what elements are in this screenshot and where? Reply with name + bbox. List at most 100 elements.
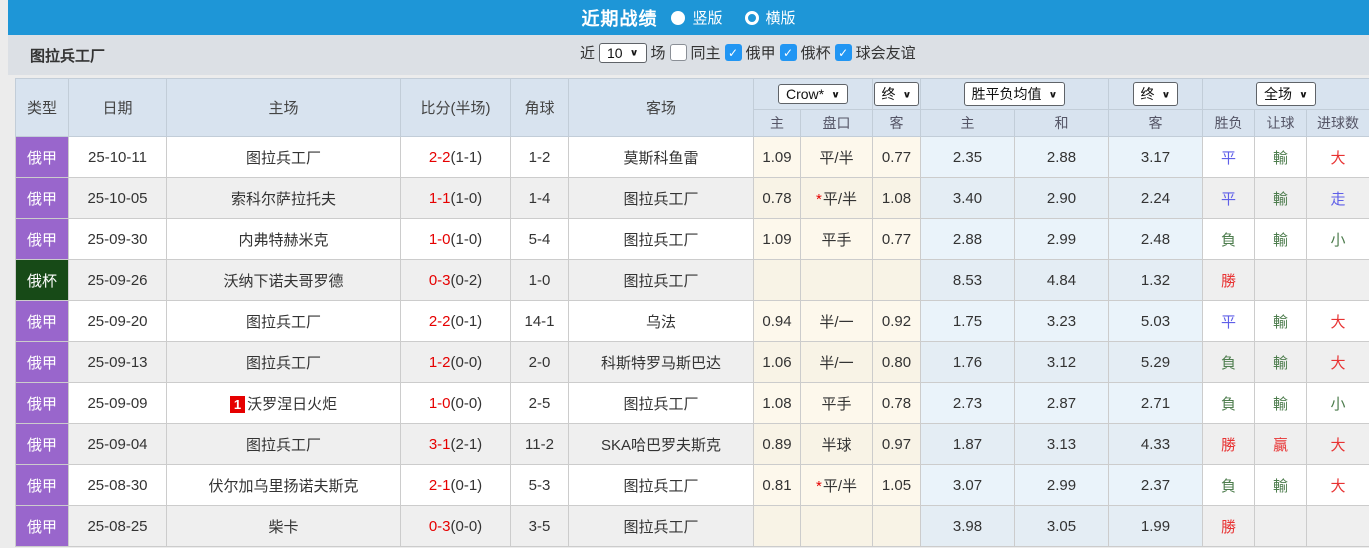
away-team-link[interactable]: 图拉兵工厂 [623, 478, 698, 495]
handicap-line [800, 505, 873, 547]
avg-odds-home: 1.75 [920, 300, 1015, 342]
away-team-link[interactable]: 图拉兵工厂 [623, 191, 698, 208]
corner-score: 11-2 [510, 423, 569, 465]
home-team-link[interactable]: 图拉兵工厂 [246, 150, 321, 167]
col-header-corner: 角球 [510, 78, 569, 137]
result-wdl: 勝 [1202, 505, 1255, 547]
score-cell: 3-1(2-1) [400, 423, 511, 465]
full-match-select[interactable]: 全场 ∨ [1256, 82, 1316, 106]
away-team-link[interactable]: SKA哈巴罗夫斯克 [601, 437, 721, 454]
chevron-down-icon: ∨ [629, 47, 639, 59]
table-row: 俄甲 25-08-30 伏尔加乌里扬诺夫斯克 2-1(0-1) 5-3 图拉兵工… [15, 464, 1369, 506]
away-team-link[interactable]: 科斯特罗马斯巴达 [601, 355, 721, 372]
away-team-link[interactable]: 莫斯科鱼雷 [623, 150, 698, 167]
col-header-home: 主场 [166, 78, 401, 137]
avg-odds-home: 8.53 [920, 259, 1015, 301]
home-team-link[interactable]: 柴卡 [268, 519, 298, 536]
corner-score: 2-0 [510, 341, 569, 383]
result-handicap: 輸 [1254, 382, 1307, 424]
chevron-down-icon: ∨ [1048, 89, 1058, 100]
home-team-link[interactable]: 沃罗涅日火炬 [247, 396, 337, 413]
away-team-link[interactable]: 乌法 [646, 314, 676, 331]
header-dropdown-row: 类型 日期 主场 比分(半场) 角球 客场 Crow* ∨ 终 ∨ 胜平负均值 [15, 78, 1369, 137]
radio-horizontal-layout[interactable]: 横版 [744, 7, 796, 28]
league1-checkbox[interactable]: ✓ [724, 44, 742, 61]
results-table-wrap: 类型 日期 主场 比分(半场) 角球 客场 Crow* ∨ 终 ∨ 胜平负均值 [15, 78, 1369, 547]
away-team-link[interactable]: 图拉兵工厂 [623, 396, 698, 413]
result-handicap: 輸 [1254, 136, 1307, 178]
result-goals: 小 [1306, 218, 1369, 260]
sub-header-avg-draw: 和 [1014, 109, 1109, 137]
radio-vertical-layout[interactable]: 竖版 [671, 7, 723, 28]
league-badge: 俄甲 [15, 423, 69, 465]
away-team-cell: 图拉兵工厂 [568, 259, 754, 301]
bookmaker-select[interactable]: Crow* ∨ [777, 84, 849, 104]
league3-checkbox[interactable]: ✓ [834, 44, 852, 61]
away-team-link[interactable]: 图拉兵工厂 [623, 519, 698, 536]
live-odds-asterisk: * [815, 190, 822, 208]
rank-badge: 1 [229, 395, 246, 413]
radio-unselected-icon[interactable] [744, 10, 759, 25]
avg-final-select-cell: 终 ∨ [1108, 78, 1203, 110]
crow-final-select[interactable]: 终 ∨ [873, 82, 920, 106]
handicap-text: 平手 [821, 231, 852, 249]
away-team-link[interactable]: 图拉兵工厂 [623, 232, 698, 249]
avg-odds-home: 1.87 [920, 423, 1015, 465]
sub-header-crow-away: 客 [872, 109, 921, 137]
fulltime-score: 1-2 [428, 353, 451, 371]
home-team-cell: 图拉兵工厂 [166, 136, 401, 178]
corner-score: 1-2 [510, 136, 569, 178]
sub-header-goals: 进球数 [1306, 109, 1369, 137]
avg-odds-home: 2.35 [920, 136, 1015, 178]
league2-checkbox[interactable]: ✓ [779, 44, 797, 61]
home-team-link[interactable]: 图拉兵工厂 [246, 355, 321, 372]
avg-odds-draw: 2.87 [1014, 382, 1109, 424]
result-wdl: 負 [1202, 218, 1255, 260]
match-date: 25-10-11 [68, 136, 167, 178]
result-goals: 大 [1306, 136, 1369, 178]
away-team-link[interactable]: 图拉兵工厂 [623, 273, 698, 290]
home-team-link[interactable]: 图拉兵工厂 [246, 437, 321, 454]
avg-final-select[interactable]: 终 ∨ [1132, 82, 1179, 106]
handicap-odds-away: 0.92 [872, 300, 921, 342]
col-header-type: 类型 [15, 78, 69, 137]
match-date: 25-09-26 [68, 259, 167, 301]
radio-vertical-label[interactable]: 竖版 [692, 7, 722, 28]
handicap-odds-home: 0.78 [753, 177, 801, 219]
handicap-line: 半/一 [800, 341, 873, 383]
recent-count-select[interactable]: 10 ∨ [599, 42, 647, 63]
score-cell: 1-1(1-0) [400, 177, 511, 219]
handicap-odds-away: 0.97 [872, 423, 921, 465]
match-date: 25-10-05 [68, 177, 167, 219]
handicap-line: *平/半 [800, 177, 873, 219]
result-handicap: 輸 [1254, 177, 1307, 219]
score-cell: 1-0(0-0) [400, 382, 511, 424]
page-title: 近期战绩 [581, 8, 658, 29]
handicap-line [800, 259, 873, 301]
home-team-link[interactable]: 图拉兵工厂 [246, 314, 321, 331]
same-home-checkbox[interactable] [669, 44, 687, 61]
result-wdl: 平 [1202, 177, 1255, 219]
radio-horizontal-label[interactable]: 横版 [766, 7, 796, 28]
handicap-line: 平手 [800, 218, 873, 260]
fulltime-score: 0-3 [428, 271, 451, 289]
avg-odds-away: 1.99 [1108, 505, 1203, 547]
handicap-odds-home [753, 505, 801, 547]
result-goals: 大 [1306, 341, 1369, 383]
home-team-link[interactable]: 伏尔加乌里扬诺夫斯克 [208, 478, 358, 495]
avg-select[interactable]: 胜平负均值 ∨ [963, 82, 1066, 106]
corner-score: 14-1 [510, 300, 569, 342]
home-team-link[interactable]: 内弗特赫米克 [238, 232, 328, 249]
home-team-link[interactable]: 索科尔萨拉托夫 [231, 191, 336, 208]
league-badge: 俄甲 [15, 300, 69, 342]
league2-label: 俄杯 [800, 45, 831, 62]
chevron-down-icon: ∨ [831, 89, 841, 100]
avg-odds-home: 2.88 [920, 218, 1015, 260]
handicap-text: 平手 [821, 395, 852, 413]
radio-selected-icon[interactable] [671, 10, 686, 25]
halftime-score: (0-0) [450, 353, 483, 371]
home-team-link[interactable]: 沃纳下诺夫哥罗德 [223, 273, 343, 290]
recent-count-value: 10 [607, 44, 623, 61]
live-odds-asterisk: * [815, 477, 822, 495]
handicap-odds-away: 0.77 [872, 218, 921, 260]
